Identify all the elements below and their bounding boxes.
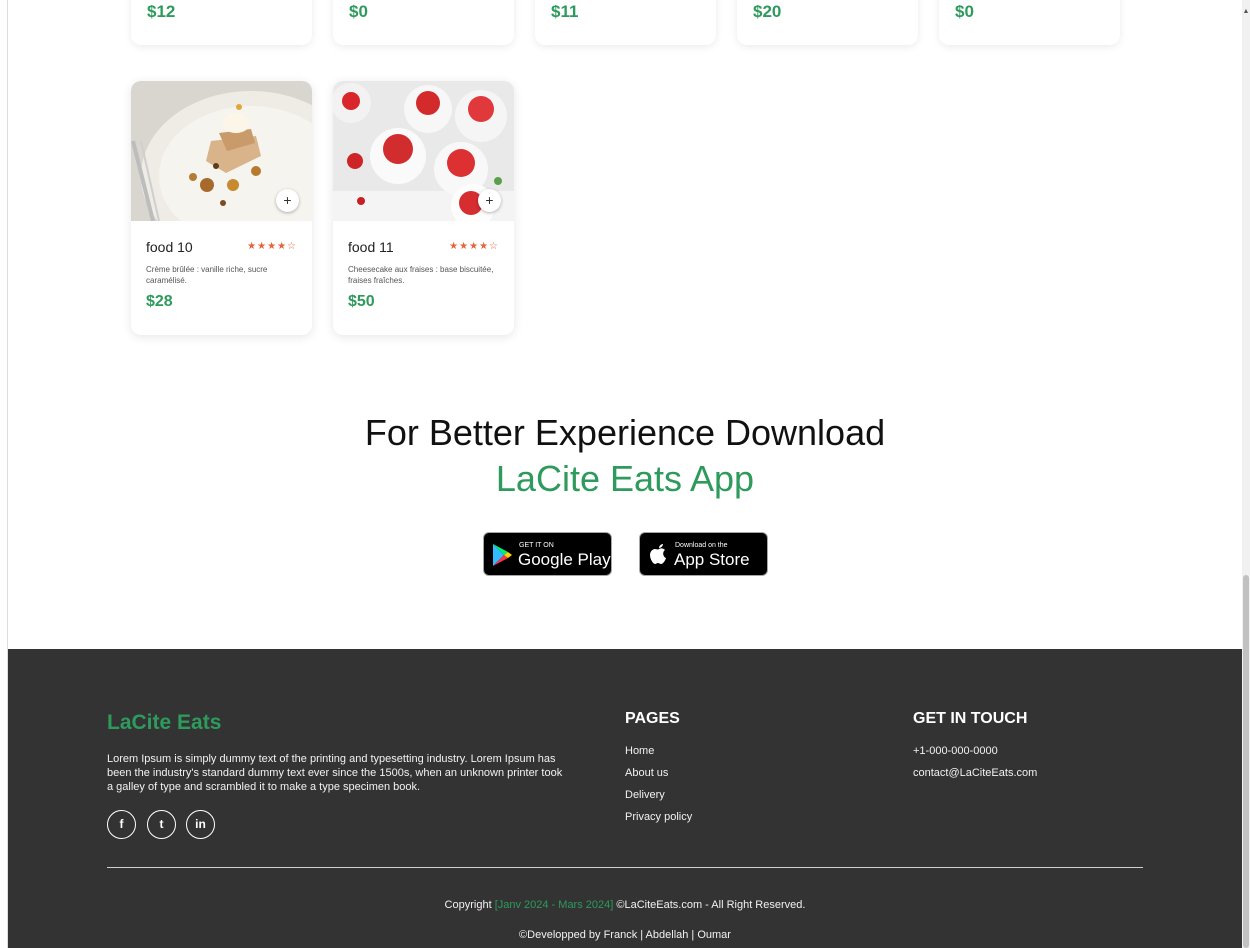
food-description: Cheesecake aux fraises : base biscuitée,… (348, 265, 494, 285)
download-title: For Better Experience Download (364, 412, 886, 453)
developers-credit: ©Developped by Franck | Abdellah | Oumar (519, 929, 731, 941)
food-name: food 10 (146, 239, 193, 255)
page: $12 $0 $11 $20 $0 + food 10 ★★★★☆ Crème … (8, 0, 1242, 948)
footer-link-delivery[interactable]: Delivery (625, 789, 665, 801)
left-window-edge (0, 0, 8, 948)
food-price: $28 (146, 293, 173, 310)
footer-divider (107, 867, 1143, 868)
app-store-small-text: Download on the (675, 542, 728, 549)
food-price: $50 (348, 293, 375, 310)
google-play-button[interactable]: GET IT ON Google Play (483, 532, 612, 576)
food-card-partial[interactable]: $0 (333, 0, 514, 45)
star-rating: ★★★★☆ (449, 241, 499, 252)
add-to-cart-button[interactable]: + (478, 189, 501, 212)
download-app-name: LaCite Eats App (495, 458, 755, 499)
food-card-partial[interactable]: $20 (737, 0, 918, 45)
footer: LaCite Eats Lorem Ipsum is simply dummy … (8, 649, 1242, 948)
footer-brand[interactable]: LaCite Eats (107, 711, 221, 735)
food-description: Crème brûlée : vanille riche, sucre cara… (146, 265, 268, 285)
contact-email[interactable]: contact@LaCiteEats.com (913, 767, 1037, 779)
scrollbar-thumb[interactable] (1243, 575, 1249, 948)
facebook-icon[interactable]: f (107, 810, 136, 839)
scroll-up-icon[interactable]: ▲ (1242, 8, 1250, 16)
google-play-small-text: GET IT ON (519, 542, 554, 549)
food-image-cheesecake: + (333, 81, 514, 221)
contact-phone[interactable]: +1-000-000-0000 (913, 745, 998, 757)
copyright-suffix: ©LaCiteEats.com - All Right Reserved. (616, 899, 806, 911)
food-card-partial[interactable]: $12 (131, 0, 312, 45)
twitter-icon[interactable]: t (147, 810, 176, 839)
footer-link-privacy[interactable]: Privacy policy (625, 811, 692, 823)
vertical-scrollbar[interactable]: ▲ (1242, 0, 1250, 948)
food-price: $11 (551, 2, 579, 21)
food-card-partial[interactable]: $11 (535, 0, 716, 45)
copyright-range: [Janv 2024 - Mars 2024] (494, 899, 614, 911)
linkedin-icon[interactable]: in (186, 810, 215, 839)
contact-heading: GET IN TOUCH (913, 710, 1028, 727)
food-name: food 11 (348, 239, 394, 255)
food-image-creme-brulee: + (131, 81, 312, 221)
food-card[interactable]: + food 10 ★★★★☆ Crème brûlée : vanille r… (131, 81, 312, 335)
add-to-cart-button[interactable]: + (276, 189, 299, 212)
food-card-partial[interactable]: $0 (939, 0, 1120, 45)
copyright-prefix: Copyright (444, 899, 492, 911)
food-price: $20 (753, 2, 782, 21)
footer-about-text: Lorem Ipsum is simply dummy text of the … (107, 753, 563, 793)
food-price: $12 (147, 2, 176, 21)
food-price: $0 (955, 2, 974, 21)
food-price: $0 (349, 2, 368, 21)
app-store-button[interactable]: Download on the App Store (639, 532, 768, 576)
apple-icon (650, 544, 666, 564)
footer-link-about[interactable]: About us (625, 767, 668, 779)
google-play-big-text: Google Play (518, 550, 611, 569)
google-play-icon (493, 544, 512, 566)
copyright: Copyright [Janv 2024 - Mars 2024] ©LaCit… (8, 899, 1242, 911)
food-card[interactable]: + food 11 ★★★★☆ Cheesecake aux fraises :… (333, 81, 514, 335)
star-rating: ★★★★☆ (247, 241, 297, 252)
pages-heading: PAGES (625, 710, 680, 727)
footer-link-home[interactable]: Home (625, 745, 654, 757)
app-store-big-text: App Store (674, 550, 750, 569)
